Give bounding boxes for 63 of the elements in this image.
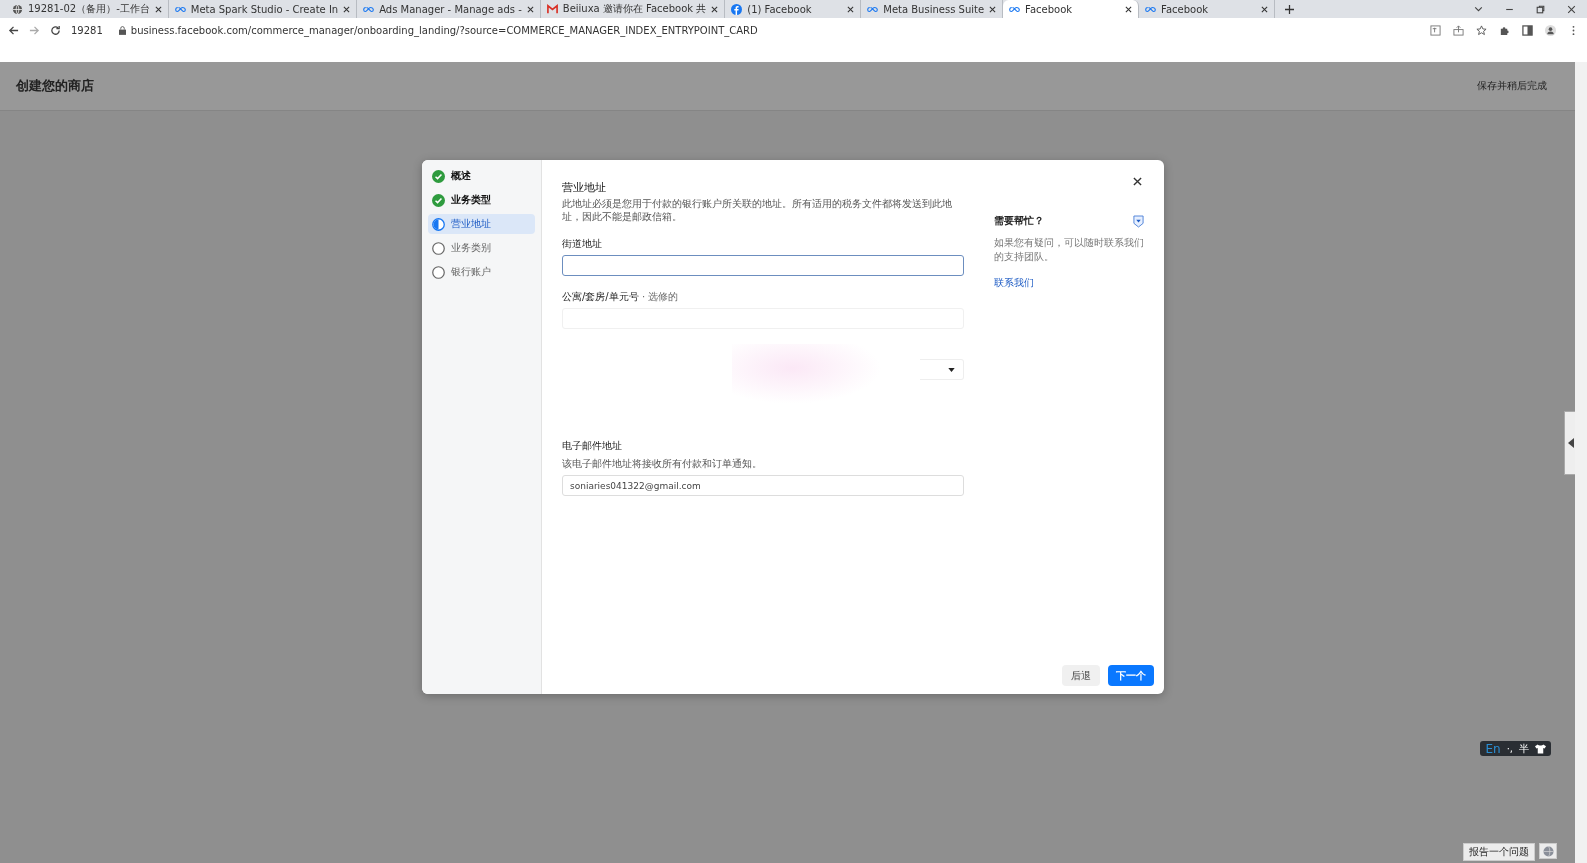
back-button[interactable]: 后退 [1062, 665, 1100, 686]
close-tab-icon[interactable] [711, 5, 719, 13]
email-field[interactable]: soniaries041322@gmail.com [562, 475, 964, 496]
shirt-icon[interactable] [1535, 743, 1546, 754]
caret-icon [948, 367, 955, 372]
mail-icon [546, 3, 558, 15]
triangle-left-icon [1568, 438, 1574, 448]
close-tab-icon[interactable] [154, 5, 162, 13]
shield-icon [1133, 214, 1144, 228]
puzzle-icon[interactable] [1499, 24, 1510, 36]
globe-icon [12, 3, 23, 15]
help-text: 如果您有疑问，可以随时联系我们的支持团队。 [994, 236, 1144, 264]
facebook-f-icon [731, 3, 743, 15]
report-problem-button[interactable]: 报告一个问题 [1463, 843, 1535, 861]
check-circle-icon [432, 193, 445, 207]
empty-circle-icon [432, 265, 445, 279]
lock-icon [118, 25, 126, 35]
section-title: 营业地址 [562, 180, 607, 195]
step-item[interactable]: 概述 [428, 166, 535, 186]
profile-label: 19281 [71, 24, 103, 36]
new-tab-icon[interactable] [1285, 4, 1295, 14]
step-item[interactable]: 银行账户 [428, 262, 535, 282]
share-icon[interactable] [1453, 24, 1464, 36]
close-tab-icon[interactable] [526, 5, 534, 13]
avatar-icon[interactable] [1545, 24, 1556, 36]
field-label: 公寓/套房/单元号 · 选修的 [562, 290, 680, 304]
close-tab-icon[interactable] [847, 5, 855, 13]
url-field[interactable]: business.facebook.com/commerce_manager/onboarding_landing/?source=COMMERCE_MANAGER_INDEX_ENTRYPOINT_CARD [130, 24, 758, 36]
page-title: 创建您的商店 [16, 77, 94, 95]
ime-width[interactable]: 半 [1519, 741, 1529, 756]
browser-tab[interactable]: Facebook [1003, 0, 1140, 18]
close-tab-icon[interactable] [343, 5, 351, 13]
ime-punctuation[interactable]: ·, [1506, 743, 1513, 754]
back-arrow-icon[interactable] [8, 24, 19, 36]
field-label: 电子邮件地址 [562, 439, 623, 453]
help-title: 需要帮忙？ [994, 214, 1044, 228]
restore-icon[interactable] [1535, 3, 1546, 15]
check-circle-icon [432, 169, 445, 183]
save-later-link[interactable]: 保存并稍后完成 [1477, 79, 1547, 93]
translate-icon[interactable] [1430, 24, 1441, 36]
side-panel-icon[interactable] [1522, 24, 1533, 36]
step-item[interactable]: 业务类别 [428, 238, 535, 258]
close-tab-icon[interactable] [989, 5, 997, 13]
field-label: 街道地址 [562, 237, 603, 251]
field-hint: 该电子邮件地址将接收所有付款和订单通知。 [562, 457, 763, 471]
step-item[interactable]: 业务类型 [428, 190, 535, 210]
half-circle-icon [432, 217, 445, 231]
close-icon[interactable] [1133, 177, 1142, 186]
ime-mode[interactable]: En [1485, 741, 1501, 756]
next-button[interactable]: 下一个 [1108, 665, 1154, 686]
scrollbar[interactable] [1575, 62, 1587, 863]
section-description: 此地址必须是您用于付款的银行账户所关联的地址。所有适用的税务文件都将发送到此地址，因此不能是邮政信箱。 [562, 197, 953, 223]
empty-circle-icon [432, 241, 445, 255]
dropdown-field[interactable] [920, 359, 964, 380]
globe-button[interactable] [1539, 843, 1557, 859]
close-tab-icon[interactable] [1125, 5, 1133, 13]
star-icon[interactable] [1476, 24, 1487, 36]
step-item[interactable]: 营业地址 [428, 214, 535, 234]
close-icon[interactable] [1566, 3, 1577, 15]
close-tab-icon[interactable] [1261, 5, 1269, 13]
reload-icon[interactable] [50, 24, 61, 36]
street-address-field[interactable] [562, 255, 964, 276]
contact-us-link[interactable]: 联系我们 [994, 276, 1034, 290]
